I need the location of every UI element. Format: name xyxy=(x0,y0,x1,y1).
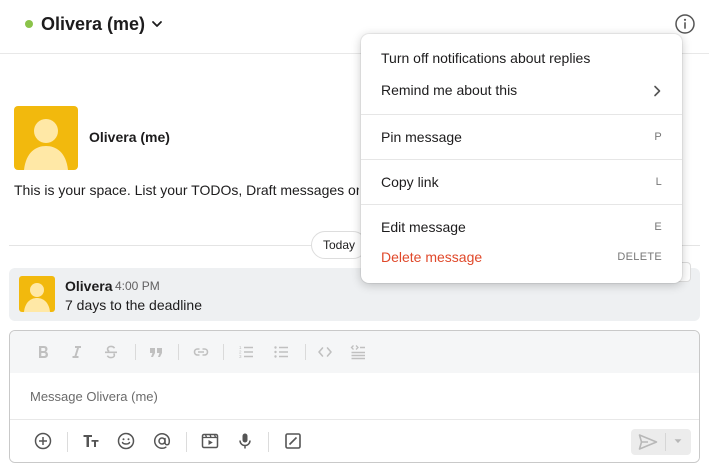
conversation-title[interactable]: Olivera (me) xyxy=(41,14,145,35)
menu-item-label: Pin message xyxy=(381,129,462,145)
menu-item-label: Edit message xyxy=(381,219,466,235)
toolbar-separator xyxy=(305,344,306,360)
menu-item-pin-message[interactable]: Pin message P xyxy=(361,122,682,152)
microphone-icon[interactable] xyxy=(235,431,255,451)
menu-item-shortcut: P xyxy=(654,131,662,143)
mention-icon[interactable] xyxy=(152,431,172,451)
ordered-list-icon[interactable]: 123 xyxy=(237,343,255,361)
avatar[interactable] xyxy=(19,276,55,312)
caret-down-icon[interactable] xyxy=(671,434,685,448)
info-icon[interactable] xyxy=(674,13,696,35)
menu-item-shortcut: DELETE xyxy=(617,251,662,263)
formatting-toolbar: 123 xyxy=(10,331,699,373)
chevron-right-icon xyxy=(651,84,663,97)
message-timestamp[interactable]: 4:00 PM xyxy=(115,279,160,293)
composer-actions-bar xyxy=(10,419,699,462)
intro-description: This is your space. List your TODOs, Dra… xyxy=(14,182,359,198)
text-format-icon[interactable] xyxy=(81,431,101,451)
message-composer: 123 xyxy=(9,330,700,463)
message-input[interactable] xyxy=(10,373,699,419)
strikethrough-icon[interactable] xyxy=(102,343,120,361)
toolbar-separator xyxy=(67,432,68,452)
menu-item-label: Turn off notifications about replies xyxy=(381,50,591,66)
bold-icon[interactable] xyxy=(34,343,52,361)
toolbar-separator xyxy=(186,432,187,452)
quote-icon[interactable] xyxy=(147,343,165,361)
message-sender[interactable]: Olivera xyxy=(65,278,112,294)
menu-separator xyxy=(361,159,682,160)
menu-item-remind-me[interactable]: Remind me about this xyxy=(361,75,682,105)
emoji-icon[interactable] xyxy=(116,431,136,451)
toolbar-separator xyxy=(135,344,136,360)
date-divider-label[interactable]: Today xyxy=(311,231,368,259)
menu-item-edit-message[interactable]: Edit message E xyxy=(361,212,682,242)
send-separator xyxy=(665,433,666,451)
menu-item-label: Remind me about this xyxy=(381,82,518,98)
send-button-group xyxy=(631,429,691,455)
menu-item-turn-off-notifications[interactable]: Turn off notifications about replies xyxy=(361,43,682,73)
svg-text:3: 3 xyxy=(239,354,242,359)
menu-separator xyxy=(361,114,682,115)
message-text: 7 days to the deadline xyxy=(65,297,202,313)
menu-item-label: Delete message xyxy=(381,249,483,265)
intro-name: Olivera (me) xyxy=(89,129,170,145)
menu-item-shortcut: E xyxy=(654,221,662,233)
toolbar-separator xyxy=(268,432,269,452)
chevron-down-icon[interactable] xyxy=(150,17,164,31)
bulleted-list-icon[interactable] xyxy=(272,343,290,361)
send-icon[interactable] xyxy=(637,433,659,451)
code-icon[interactable] xyxy=(316,343,334,361)
link-icon[interactable] xyxy=(192,343,210,361)
menu-item-label: Copy link xyxy=(381,174,439,190)
message-context-menu: Turn off notifications about replies Rem… xyxy=(361,34,682,283)
menu-item-shortcut: L xyxy=(655,176,662,188)
add-icon[interactable] xyxy=(33,431,53,451)
shortcut-icon[interactable] xyxy=(283,431,303,451)
menu-item-copy-link[interactable]: Copy link L xyxy=(361,167,682,197)
menu-item-delete-message[interactable]: Delete message DELETE xyxy=(361,242,682,272)
video-clip-icon[interactable] xyxy=(200,431,220,451)
italic-icon[interactable] xyxy=(67,343,85,361)
online-status-indicator xyxy=(25,20,33,28)
avatar[interactable] xyxy=(14,106,78,170)
menu-separator xyxy=(361,204,682,205)
toolbar-separator xyxy=(223,344,224,360)
code-block-icon[interactable] xyxy=(349,343,367,361)
toolbar-separator xyxy=(178,344,179,360)
